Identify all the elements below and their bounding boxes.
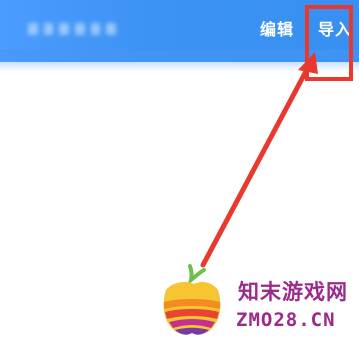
watermark-site-url: ZMO28.CN bbox=[236, 309, 336, 331]
blurred-title bbox=[28, 18, 117, 40]
arrow-shaft bbox=[200, 57, 315, 268]
watermark-site-name: 知末游戏网 bbox=[238, 280, 348, 304]
apple-logo bbox=[163, 264, 221, 335]
edit-button[interactable]: 编辑 bbox=[260, 18, 294, 42]
import-highlight-box bbox=[305, 5, 353, 81]
